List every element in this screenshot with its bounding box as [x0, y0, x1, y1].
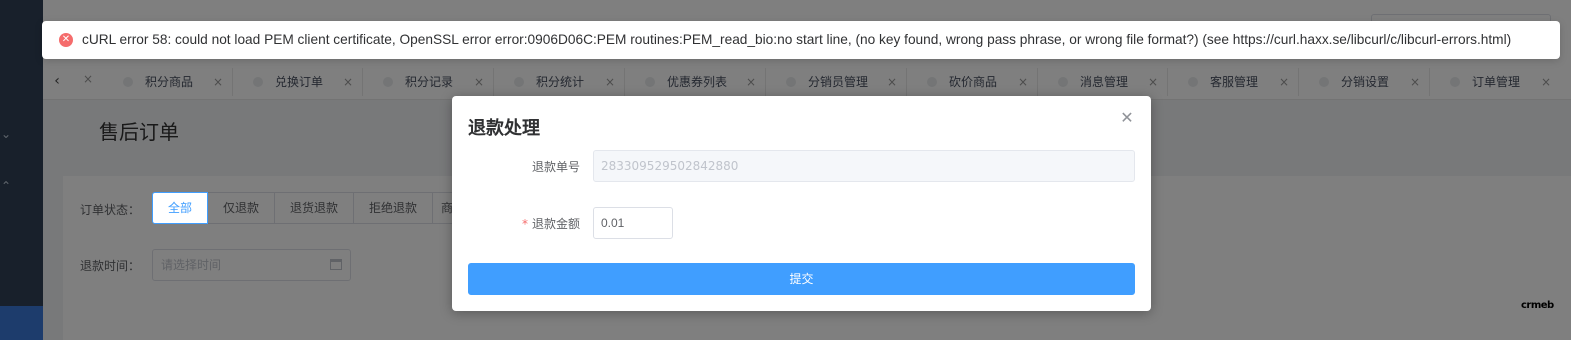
refund-dialog: 退款处理 ✕ 退款单号 283309529502842880 * 退款金额 0.0… [452, 96, 1151, 311]
refund-amount-label-text: 退款金额 [531, 217, 580, 231]
dialog-title: 退款处理 [468, 118, 540, 139]
refund-amount-label: * 退款金额 [460, 215, 580, 232]
refund-no-field: 283309529502842880 [593, 150, 1135, 182]
status-option-all[interactable]: 全部 [152, 192, 208, 224]
close-icon[interactable]: ✕ [1119, 110, 1135, 126]
error-message-bar: ✕ cURL error 58: could not load PEM clie… [42, 21, 1560, 59]
refund-amount-input[interactable]: 0.01 [593, 207, 673, 239]
error-circle-icon: ✕ [59, 33, 73, 47]
refund-no-label: 退款单号 [460, 158, 580, 175]
submit-button[interactable]: 提交 [468, 263, 1135, 295]
refund-no-label-text: 退款单号 [531, 160, 580, 174]
required-mark: * [521, 217, 528, 231]
error-message-text: cURL error 58: could not load PEM client… [82, 32, 1512, 47]
